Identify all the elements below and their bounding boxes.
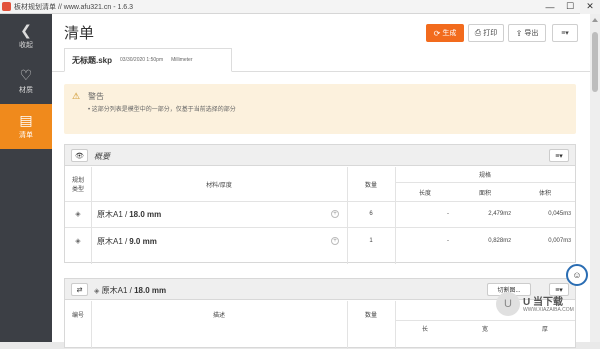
watermark-title: U 当下载 [523, 297, 563, 308]
menu-button[interactable]: ≡▾ [552, 24, 578, 42]
refresh-icon: ⟳ [433, 28, 441, 38]
cube-icon: ◈ [75, 238, 81, 245]
title-bar: 板材规划清单 // www.afu321.cn - 1.6.3 — ☐ ✕ [0, 0, 600, 14]
file-tab-bar: 无标题.skp 03/30/2020 1:50pm Millimeter [52, 48, 590, 72]
window-title: 板材规划清单 // www.afu321.cn - 1.6.3 [14, 3, 134, 11]
scroll-up-icon[interactable] [592, 18, 598, 22]
menu-icon: ≡▾ [555, 152, 563, 160]
sidebar-item-list[interactable]: ▤ 清单 [0, 104, 52, 149]
minimize-button[interactable]: — [540, 0, 560, 14]
row-volume: 0,045m 3 [548, 211, 571, 217]
close-button[interactable]: ✕ [580, 0, 600, 14]
menu-icon: ≡▾ [561, 30, 569, 37]
col-desc-header: 描述 [212, 312, 225, 319]
sidebar: ❮ 收起 ♡ 材质 ▤ 清单 [0, 14, 52, 342]
export-icon: ⇪ [515, 28, 523, 38]
material-name: 原木A1 / [97, 209, 128, 219]
table-row-material: 原木A1 / 18.0 mm [97, 201, 327, 227]
divider [395, 182, 575, 183]
overview-title: 概要 [94, 152, 110, 161]
warning-title: 警告 [88, 92, 104, 101]
row-area: 0,828m 2 [488, 238, 511, 244]
warning-text: • 这部分列表是模型中的一部分，仅基于当前选择的部分 [88, 107, 236, 113]
add-icon[interactable]: + [331, 210, 339, 218]
cube-icon: ◈ [75, 211, 81, 218]
overview-menu-button[interactable]: ≡▾ [549, 149, 569, 162]
generate-label: 生成 [442, 30, 457, 37]
col-area-header: 面积 [478, 190, 491, 197]
eye-icon: 👁 [75, 152, 84, 160]
sidebar-item-collapse[interactable]: ❮ 收起 [0, 14, 52, 59]
table-row-material: 原木A1 / 9.0 mm [97, 228, 327, 254]
print-button[interactable]: ⎙ 打印 [468, 24, 504, 42]
cube-icon: ◈ [94, 288, 100, 295]
expand-icon: ⇄ [76, 286, 83, 294]
assistant-avatar-icon[interactable]: ☺ [566, 264, 588, 286]
maximize-button[interactable]: ☐ [560, 0, 580, 14]
divider [91, 167, 92, 264]
col-type-header: 规划 类型 [71, 178, 84, 193]
add-icon[interactable]: + [331, 237, 339, 245]
overview-panel: 👁 概要 ≡▾ 规划 类型 材料/厚度 数量 规格 长度 面积 体积 ◈ 原木A… [64, 144, 576, 264]
warning-icon: ⚠ [72, 91, 81, 101]
page-title: 清单 [64, 25, 95, 42]
generate-button[interactable]: ⟳ 生成 [426, 24, 464, 42]
row-qty: 1 [369, 238, 373, 244]
watermark-url: WWW.XIAZAIBA.COM [523, 307, 574, 313]
material-name: 原木A1 / [97, 236, 128, 246]
print-label: 打印 [483, 30, 498, 37]
file-unit: Millimeter [171, 57, 193, 63]
col-qty-header: 数量 [364, 312, 377, 319]
col-volume-header: 体积 [538, 190, 551, 197]
overview-header: 👁 概要 ≡▾ [65, 145, 575, 166]
file-date: 03/30/2020 1:50pm [120, 57, 164, 63]
scroll-thumb[interactable] [592, 32, 598, 92]
paint-icon: ♡ [19, 67, 33, 83]
section-title: ◈ 原木A1 / 18.0 mm [94, 286, 167, 295]
download-logo-icon: U [496, 292, 520, 316]
sidebar-item-label: 材质 [19, 87, 33, 94]
vertical-scrollbar[interactable] [590, 14, 600, 342]
warning-box: ⚠ 警告 • 这部分列表是模型中的一部分，仅基于当前选择的部分 [64, 84, 576, 134]
col-length-header: 长度 [418, 190, 431, 197]
printer-icon: ⎙ [474, 28, 482, 37]
list-icon: ▤ [19, 112, 33, 128]
col-spec-header: 规格 [478, 173, 491, 179]
row-volume: 0,007m 3 [548, 238, 571, 244]
row-qty: 6 [369, 211, 373, 217]
eye-toggle-button[interactable]: 👁 [71, 149, 88, 162]
watermark: ☺ U U 当下载 WWW.XIAZAIBA.COM [496, 264, 590, 342]
file-name: 无标题.skp [72, 55, 113, 65]
export-button[interactable]: ⇪ 导出 [508, 24, 546, 42]
sidebar-item-material[interactable]: ♡ 材质 [0, 59, 52, 104]
collapse-toggle-button[interactable]: ⇄ [71, 283, 88, 296]
row-area: 2,479m 2 [488, 211, 511, 217]
col-length-header: 长 [421, 326, 428, 333]
app-logo-icon [2, 2, 11, 11]
col-qty-header: 数量 [364, 182, 377, 189]
col-material-header: 材料/厚度 [206, 182, 232, 189]
col-id-header: 编号 [71, 312, 84, 319]
file-tab[interactable]: 无标题.skp 03/30/2020 1:50pm Millimeter [64, 48, 232, 72]
material-thickness: 18.0 mm [129, 209, 162, 219]
export-label: 导出 [524, 30, 539, 37]
sidebar-item-label: 清单 [19, 132, 33, 139]
material-thickness: 9.0 mm [129, 236, 157, 246]
row-length: - [447, 238, 449, 244]
chevron-left-icon: ❮ [20, 22, 32, 38]
row-length: - [447, 211, 449, 217]
sidebar-item-label: 收起 [19, 42, 33, 49]
